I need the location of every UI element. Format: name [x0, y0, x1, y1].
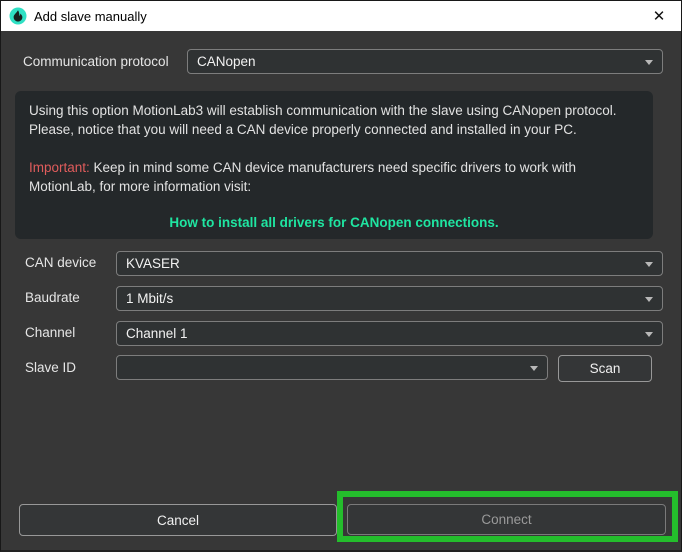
- slave-id-select[interactable]: [116, 355, 548, 380]
- baudrate-value: 1 Mbit/s: [126, 291, 173, 306]
- baudrate-select[interactable]: 1 Mbit/s: [116, 286, 663, 311]
- protocol-select[interactable]: CANopen: [187, 49, 663, 74]
- baudrate-label: Baudrate: [25, 286, 80, 310]
- chevron-down-icon: [645, 262, 653, 267]
- scan-button[interactable]: Scan: [558, 355, 652, 382]
- can-device-value: KVASER: [126, 256, 180, 271]
- chevron-down-icon: [645, 297, 653, 302]
- protocol-value: CANopen: [197, 54, 256, 69]
- info-box: Using this option MotionLab3 will establ…: [15, 91, 653, 239]
- title-bar: Add slave manually ✕: [1, 1, 681, 31]
- channel-select[interactable]: Channel 1: [116, 321, 663, 346]
- motionlab-app-icon: [9, 7, 27, 25]
- protocol-label: Communication protocol: [23, 50, 169, 74]
- important-text: Keep in mind some CAN device manufacture…: [29, 160, 576, 194]
- chevron-down-icon: [645, 332, 653, 337]
- chevron-down-icon: [530, 366, 538, 371]
- can-device-select[interactable]: KVASER: [116, 251, 663, 276]
- slave-id-label: Slave ID: [25, 356, 76, 380]
- connect-button[interactable]: Connect: [347, 504, 666, 535]
- info-paragraph: Using this option MotionLab3 will establ…: [29, 101, 639, 139]
- drivers-help-link[interactable]: How to install all drivers for CANopen c…: [29, 213, 639, 232]
- channel-label: Channel: [25, 321, 75, 345]
- can-device-label: CAN device: [25, 251, 96, 275]
- close-icon[interactable]: ✕: [637, 1, 681, 31]
- cancel-button[interactable]: Cancel: [19, 504, 337, 536]
- channel-value: Channel 1: [126, 326, 188, 341]
- window-title: Add slave manually: [34, 9, 147, 24]
- add-slave-dialog: Add slave manually ✕ Communication proto…: [0, 0, 682, 552]
- chevron-down-icon: [645, 60, 653, 65]
- important-label: Important:: [29, 160, 90, 175]
- important-paragraph: Important: Keep in mind some CAN device …: [29, 158, 639, 196]
